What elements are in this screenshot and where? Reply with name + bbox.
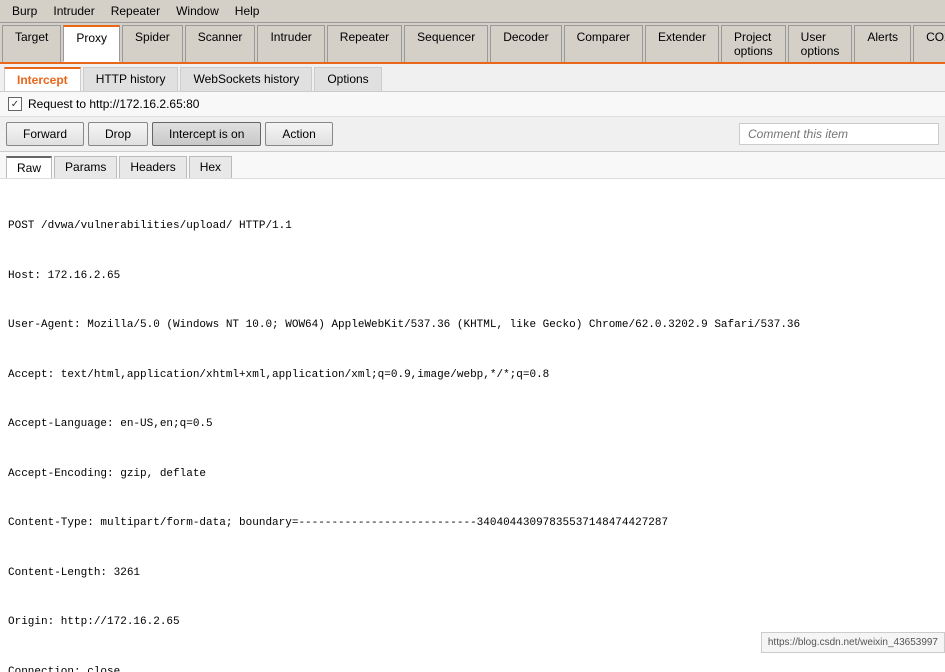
tab-extender[interactable]: Extender — [645, 25, 719, 62]
comment-input[interactable] — [739, 123, 939, 145]
menu-window[interactable]: Window — [168, 2, 227, 20]
menu-help[interactable]: Help — [227, 2, 268, 20]
subtab-options[interactable]: Options — [314, 67, 381, 91]
tab-comparer[interactable]: Comparer — [564, 25, 643, 62]
http-request-line-7: Content-Type: multipart/form-data; bound… — [8, 515, 937, 532]
subtab-websockets-history[interactable]: WebSockets history — [180, 67, 312, 91]
http-request-line-1: POST /dvwa/vulnerabilities/upload/ HTTP/… — [8, 218, 937, 235]
subtab-http-history[interactable]: HTTP history — [83, 67, 179, 91]
menu-burp[interactable]: Burp — [4, 2, 45, 20]
editor-tab-raw[interactable]: Raw — [6, 156, 52, 178]
intercept-toggle-button[interactable]: Intercept is on — [152, 122, 261, 146]
content-wrapper: POST /dvwa/vulnerabilities/upload/ HTTP/… — [0, 179, 945, 672]
editor-tabs: Raw Params Headers Hex — [0, 152, 945, 179]
tab-proxy[interactable]: Proxy — [63, 25, 120, 62]
http-request-line-4: Accept: text/html,application/xhtml+xml,… — [8, 367, 937, 384]
tab-user-options[interactable]: User options — [788, 25, 853, 62]
tab-decoder[interactable]: Decoder — [490, 25, 561, 62]
http-request-line-2: Host: 172.16.2.65 — [8, 268, 937, 285]
subtab-intercept[interactable]: Intercept — [4, 67, 81, 91]
tab-target[interactable]: Target — [2, 25, 61, 62]
drop-button[interactable]: Drop — [88, 122, 148, 146]
main-layout: Burp Intruder Repeater Window Help Targe… — [0, 0, 945, 653]
editor-tab-headers[interactable]: Headers — [119, 156, 186, 178]
request-info-bar: ✓ Request to http://172.16.2.65:80 — [0, 92, 945, 117]
tab-alerts[interactable]: Alerts — [854, 25, 911, 62]
main-tabs: Target Proxy Spider Scanner Intruder Rep… — [0, 23, 945, 64]
tab-spider[interactable]: Spider — [122, 25, 183, 62]
intercept-checkbox[interactable]: ✓ — [8, 97, 22, 111]
http-request-line-9: Origin: http://172.16.2.65 — [8, 614, 937, 631]
http-request-line-3: User-Agent: Mozilla/5.0 (Windows NT 10.0… — [8, 317, 937, 334]
tab-repeater[interactable]: Repeater — [327, 25, 402, 62]
status-url-bar: https://blog.csdn.net/weixin_43653997 — [761, 632, 945, 653]
action-button[interactable]: Action — [265, 122, 332, 146]
http-content-editor[interactable]: POST /dvwa/vulnerabilities/upload/ HTTP/… — [0, 179, 945, 672]
sub-tabs: Intercept HTTP history WebSockets histor… — [0, 64, 945, 92]
forward-button[interactable]: Forward — [6, 122, 84, 146]
http-request-line-10: Connection: close — [8, 664, 937, 672]
http-request-line-5: Accept-Language: en-US,en;q=0.5 — [8, 416, 937, 433]
menubar: Burp Intruder Repeater Window Help — [0, 0, 945, 23]
editor-tab-hex[interactable]: Hex — [189, 156, 232, 178]
request-target-label: Request to http://172.16.2.65:80 — [28, 97, 199, 111]
menu-repeater[interactable]: Repeater — [103, 2, 168, 20]
action-toolbar: Forward Drop Intercept is on Action — [0, 117, 945, 152]
menu-intruder[interactable]: Intruder — [45, 2, 102, 20]
checkmark-icon: ✓ — [11, 99, 19, 110]
editor-tab-params[interactable]: Params — [54, 156, 117, 178]
tab-scanner[interactable]: Scanner — [185, 25, 256, 62]
tab-intruder[interactable]: Intruder — [257, 25, 324, 62]
tab-co2[interactable]: CO2 — [913, 25, 945, 62]
http-request-line-6: Accept-Encoding: gzip, deflate — [8, 466, 937, 483]
tab-project-options[interactable]: Project options — [721, 25, 786, 62]
http-request-line-8: Content-Length: 3261 — [8, 565, 937, 582]
tab-sequencer[interactable]: Sequencer — [404, 25, 488, 62]
